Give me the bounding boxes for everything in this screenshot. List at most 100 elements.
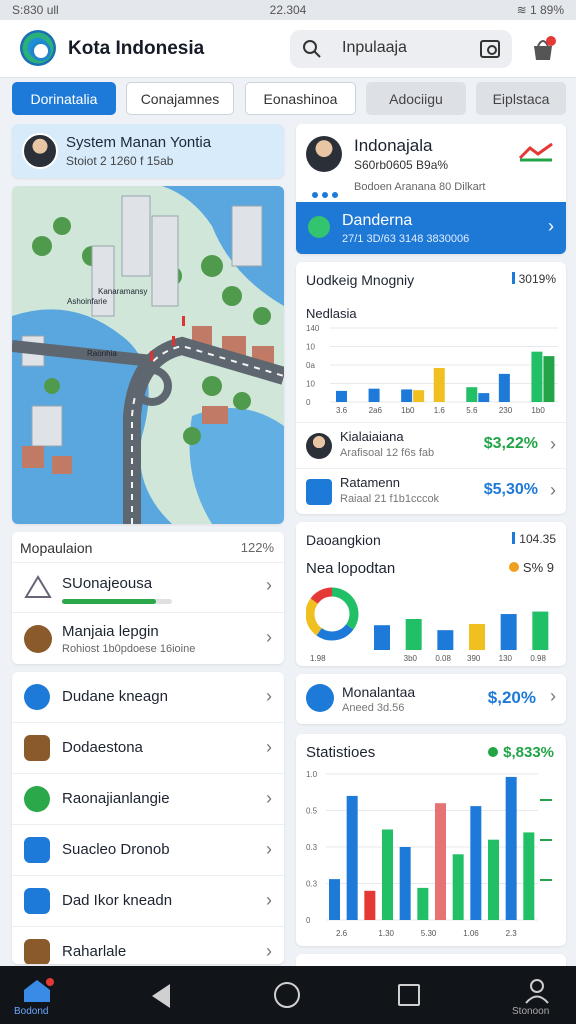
chart-bar [543,356,555,402]
search-input[interactable] [342,39,462,57]
x-tick-label: 0.08 [435,654,451,662]
stats1-header: Uodkeig Mnogniy [306,272,415,288]
temple-icon [24,735,50,761]
chart-bar [417,887,429,920]
growth-card[interactable]: Monalantaa Aneed 3d.56 $,20% › [296,674,566,724]
y-tick-label: 0 [306,916,311,925]
bar-chart-1: 140 10 0a 10 0 3.6 2a6 1b0 1.6 5.6 230 1b0 [306,324,558,414]
x-tick-label: 1.30 [378,929,394,938]
user-card-title: System Manan Yontia [66,134,212,151]
map-canvas: Kanaramansy Raonhia Ashoinfarie [12,186,284,524]
donut-slice [331,587,359,630]
city-map[interactable]: Kanaramansy Raonhia Ashoinfarie [12,186,284,524]
app-title: Kota Indonesia [68,38,205,59]
chart-bar [470,806,482,920]
chevron-right-icon: › [550,686,556,706]
population-row-sub: Rohiost 1b0pdoese 16ioine [62,643,196,655]
x-tick-label: 0.98 [530,654,546,662]
chevron-right-icon: › [266,941,272,961]
notification-dot [46,978,54,986]
chart-bar [488,839,499,920]
tab-dorinatalia[interactable]: Dorinatalia [12,82,116,115]
y-tick-label: 0.5 [306,807,318,816]
y-tick-label: 0.3 [306,843,318,852]
x-tick-label: 5.30 [421,929,437,938]
map-label: Kanaramansy [98,287,147,296]
population-row-label: SUonajeousa [62,575,153,592]
y-tick-label: 0a [306,361,315,370]
app-header: Kota Indonesia [0,20,576,78]
chart-bar [500,614,517,650]
chart-bar [469,623,485,650]
stats1-row2-title: Ratamenn [340,475,400,490]
info-icon [306,684,334,712]
x-tick-label: 2.3 [506,929,518,938]
menu-item-label: Dad Ikor kneadn [62,892,173,909]
x-tick-label: 3b0 [404,654,418,662]
tab-eonashinoa[interactable]: Eonashinoa [245,82,356,115]
search-icon [303,40,321,58]
menu-item[interactable]: Dad Ikor kneadn › [12,876,284,927]
x-tick-label: 1b0 [401,406,415,414]
profile-icon[interactable] [524,978,550,1004]
population-card: Mopaulaion 122% SUonajeousa › Manjaia le… [12,532,284,664]
user-card[interactable]: System Manan Yontia Stoiot 2 1260 f 15ab [12,124,284,178]
stats2-header: Daoangkion [306,532,381,548]
chart-title: Nedlasia [306,306,357,321]
back-icon[interactable] [152,984,170,1008]
tab-conajamnes[interactable]: Conajamnes [126,82,234,115]
profile-line2: S60rb0605 B9a% [354,158,449,172]
trend-icon [518,142,553,162]
menu-item[interactable]: Raharlale › [12,927,284,964]
map-label: Ashoinfarie [67,297,108,306]
bar-chart-3: 1.0 0.5 0.3 0.3 0 2.6 1.30 5.30 1.06 2.3 [306,770,552,938]
search-box[interactable] [290,30,512,68]
menu-item[interactable]: Suacleo Dronob › [12,825,284,876]
map-label: Raonhia [87,349,117,358]
chart-bar [505,776,517,920]
camera-icon[interactable] [480,40,500,58]
location-pin-icon [24,684,50,710]
x-tick-label: 1.6 [434,406,446,414]
chart-title: Nea lopodtan [306,560,396,577]
notification-dot [546,36,556,46]
profile-name: Indonajala [354,136,433,155]
profile-banner[interactable]: Danderna 27/1 3D/63 3148 3830006 › [296,202,566,254]
stats2-header-value: 104.35 [512,532,556,546]
list-icon [24,837,50,863]
home-circle-icon[interactable] [274,982,300,1008]
y-tick-label: 140 [306,324,320,333]
bottom-nav-bar: Bodond Stonoon [0,966,576,1024]
list-item[interactable]: Manjaia lepgin Rohiost 1b0pdoese 16ioine… [12,612,284,664]
bar-chart-2: 1.98 3b0 0.08 390 130 0.98 [306,587,549,662]
chart-bar [413,390,425,402]
stats-card-2: Daoangkion 104.35 Nea lopodtan S% 9 1.98… [296,522,566,666]
list-item[interactable]: Ratamenn Raiaal 21 f1b1cccok $5,30% › [296,468,566,512]
population-percent: 122% [240,540,274,555]
y-tick-label: 1.0 [306,770,318,779]
x-tick-label: 130 [499,654,513,662]
list-item[interactable]: Kialaiaiana Arafisoal 12 f6s fab $3,22% … [296,422,566,466]
donut-slice [316,624,354,641]
menu-item[interactable]: Dudane kneagn › [12,672,284,723]
tab-eiplstaca[interactable]: Eiplstaca [476,82,566,115]
list-item[interactable]: SUonajeousa › [12,562,284,612]
menu-item[interactable]: Raonajianlangie › [12,774,284,825]
x-tick-label: 1.06 [463,929,479,938]
chevron-right-icon: › [266,890,272,910]
stats1-row2-sub: Raiaal 21 f1b1cccok [340,493,440,505]
growth-title: Monalantaa [342,684,416,700]
growth-value: $,20% [487,688,536,707]
population-title: Mopaulaion [20,540,93,556]
x-tick-label: 5.6 [466,406,478,414]
profile-card[interactable]: Indonajala S60rb0605 B9a% Bodoen Aranana… [296,124,566,254]
y-tick-label: 10 [306,380,315,389]
stats-card-1: Uodkeig Mnogniy 3019% Nedlasia 140 10 0a 10… [296,262,566,514]
banner-subtitle: 27/1 3D/63 3148 3830006 [342,233,470,245]
menu-item[interactable]: Dodaestona › [12,723,284,774]
tab-adociigu[interactable]: Adociigu [366,82,466,115]
recents-icon[interactable] [398,984,420,1006]
donut-slice [310,587,333,604]
stats3-value: $,833% [488,744,554,761]
chart-bar [531,351,543,402]
